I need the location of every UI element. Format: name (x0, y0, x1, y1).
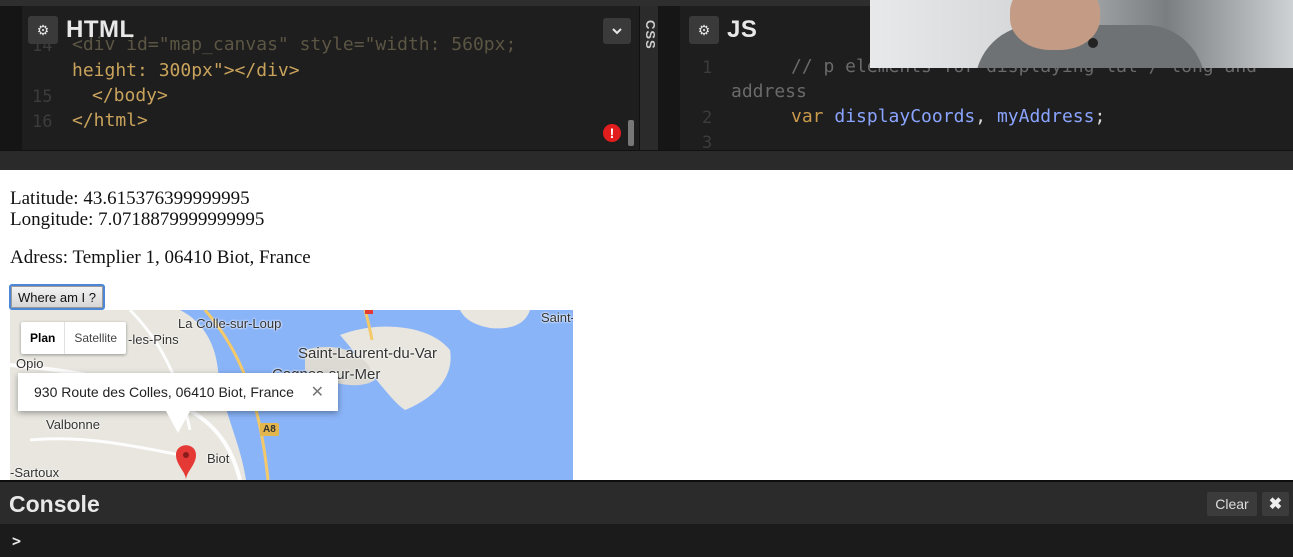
editors-area: 14 <div id="map_canvas" style="width: 56… (0, 0, 1293, 170)
console-input[interactable]: > (0, 524, 1293, 557)
clear-button[interactable]: Clear (1207, 492, 1257, 516)
info-window-tail (166, 411, 190, 433)
latitude-text: Latitude: 43.615376399999995 (10, 188, 250, 209)
html-editor-pane[interactable]: 14 <div id="map_canvas" style="width: 56… (0, 6, 640, 150)
close-icon[interactable]: ✕ (311, 382, 324, 402)
code-line[interactable]: height: 300px"></div> (72, 60, 300, 81)
gear-icon[interactable]: ⚙ (28, 16, 58, 44)
place-label: Opio (16, 356, 44, 371)
longitude-text: Longitude: 7.0718879999999995 (10, 209, 265, 230)
js-gutter (658, 6, 680, 150)
scrollbar[interactable] (628, 120, 634, 146)
code-line[interactable]: </body> (92, 85, 168, 106)
microphone-icon (1088, 38, 1098, 48)
terminator: ; (1094, 106, 1106, 127)
line-number: 15 (32, 87, 53, 107)
place-label: Saint- (541, 310, 573, 325)
output-panel: Latitude: 43.615376399999995 Longitude: … (0, 170, 1293, 480)
line-number: 3 (702, 133, 713, 150)
console-prompt: > (12, 532, 22, 550)
identifier: displayCoords (834, 106, 976, 127)
place-label: -les-Pins (128, 332, 179, 347)
css-tab-label[interactable]: CSS (640, 20, 658, 50)
map-type-tabs: Plan Satellite (21, 322, 127, 354)
js-pane-title: JS (727, 16, 758, 43)
html-pane-header: ⚙ HTML (28, 16, 135, 44)
keyword: var (791, 106, 824, 127)
address-text: Adress: Templier 1, 06410 Biot, France (10, 247, 311, 268)
where-am-i-button[interactable]: Where am I ? (9, 284, 105, 310)
place-label: -Sartoux (10, 465, 60, 480)
console-panel: Console Clear ✖ > (0, 480, 1293, 557)
place-label: La Colle-sur-Loup (178, 316, 282, 331)
console-title: Console (9, 491, 100, 517)
map-canvas[interactable]: Plan Satellite La Colle-sur-Loup -les-Pi… (10, 310, 573, 480)
js-pane-header: ⚙ JS (689, 16, 757, 44)
line-number: 16 (32, 112, 53, 132)
map-info-window: 930 Route des Colles, 06410 Biot, France… (18, 373, 338, 411)
line-number: 1 (702, 58, 713, 78)
place-label: Biot (207, 451, 230, 466)
tab-satellite[interactable]: Satellite (65, 322, 126, 354)
editor-app: 14 <div id="map_canvas" style="width: 56… (0, 0, 1293, 557)
road-badge: A8 (260, 423, 279, 436)
separator: , (975, 106, 997, 127)
place-label: Valbonne (46, 417, 100, 432)
console-header: Console Clear ✖ (0, 482, 1293, 524)
code-line[interactable]: address (731, 81, 807, 102)
code-line[interactable]: <div id="map_canvas" style="width: 560px… (72, 34, 516, 55)
info-window-text: 930 Route des Colles, 06410 Biot, France (34, 384, 294, 400)
editor-resize-bar[interactable] (0, 150, 1293, 170)
html-gutter (0, 6, 22, 150)
gear-icon[interactable]: ⚙ (689, 16, 719, 44)
code-line[interactable]: </html> (72, 110, 148, 131)
line-number: 2 (702, 108, 713, 128)
error-icon[interactable]: ! (603, 124, 621, 142)
code-line[interactable]: var displayCoords, myAddress; (791, 106, 1105, 127)
chevron-down-icon[interactable] (603, 18, 631, 44)
html-pane-title: HTML (66, 16, 135, 43)
webcam-overlay (870, 0, 1293, 68)
tab-plan[interactable]: Plan (21, 322, 66, 354)
identifier: myAddress (996, 106, 1095, 127)
place-label: Saint-Laurent-du-Var (298, 345, 437, 362)
close-icon[interactable]: ✖ (1262, 492, 1289, 516)
